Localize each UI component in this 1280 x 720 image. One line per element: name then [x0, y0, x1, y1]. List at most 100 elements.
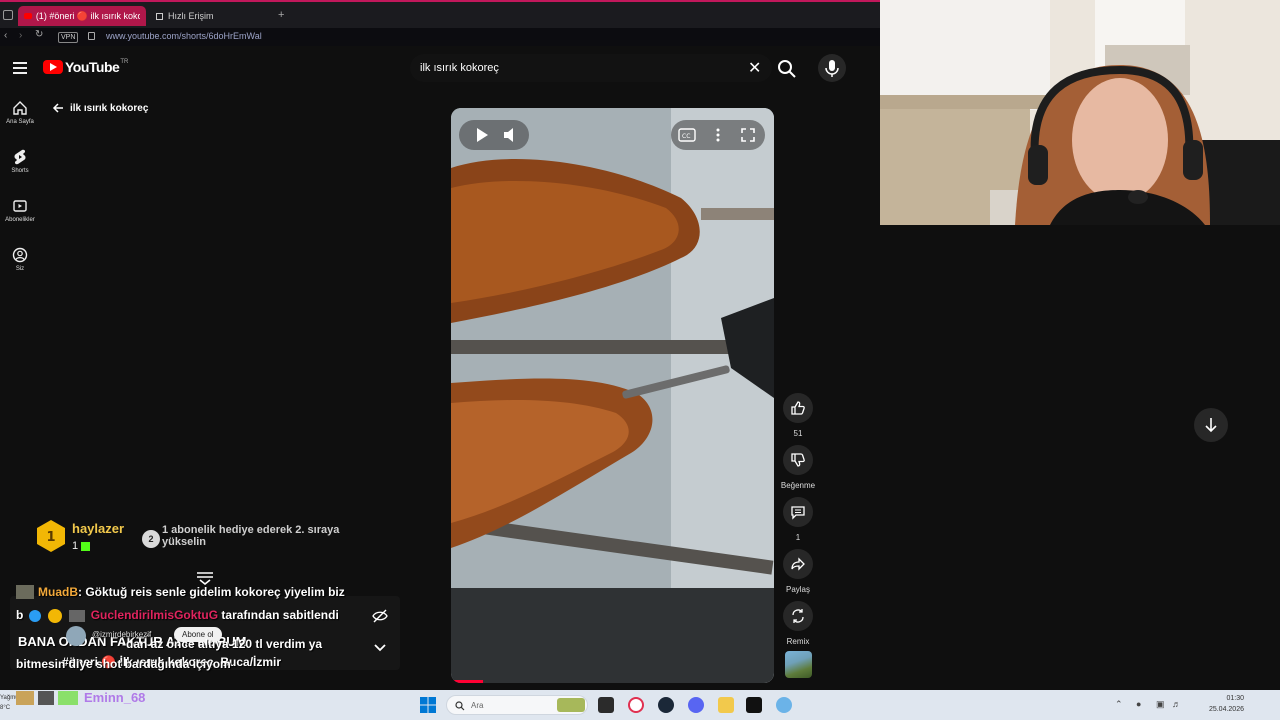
- task-view-icon[interactable]: [598, 697, 614, 713]
- app-settings-icon[interactable]: [776, 697, 792, 713]
- search-icon: [778, 60, 796, 78]
- like-count: 51: [793, 429, 803, 438]
- gift-promo-text: 1 abonelik hediye ederek 2. sıraya yükse…: [162, 524, 340, 548]
- dislike-button[interactable]: Beğenme: [780, 445, 816, 490]
- arrow-down-icon: [1205, 418, 1217, 433]
- like-button[interactable]: 51: [780, 393, 816, 438]
- hide-eye-icon[interactable]: [372, 609, 388, 623]
- remix-label: Remix: [786, 637, 810, 646]
- new-tab-button[interactable]: +: [278, 9, 284, 21]
- search-placeholder: Ara: [471, 701, 484, 710]
- file-explorer-icon[interactable]: [718, 697, 734, 713]
- youtube-header: YouTube TR ilk ısırık kokoreç ✕: [0, 46, 880, 90]
- sidebar-item-subscriptions[interactable]: Abonelikler: [0, 198, 40, 223]
- opera-icon[interactable]: [628, 697, 644, 713]
- tab-quick-access[interactable]: Hızlı Erişim: [150, 6, 270, 26]
- video-progress-bar[interactable]: [451, 680, 484, 683]
- gift-icon: [81, 541, 91, 551]
- country-code: TR: [120, 59, 129, 65]
- sidebar-item-label: Siz: [15, 266, 25, 272]
- clock[interactable]: 01:30 25.04.2026: [1200, 693, 1244, 715]
- lock-icon: [88, 32, 95, 40]
- gift-rank-badge: 2: [142, 530, 160, 548]
- search-button[interactable]: [776, 58, 798, 80]
- volume-icon[interactable]: [499, 123, 523, 147]
- tab-youtube-shorts[interactable]: (1) #öneri 🔴 ilk ısırık koko: [18, 6, 146, 26]
- youtube-play-icon: [43, 60, 63, 74]
- pinned-message-line-2: -dan az önce altıya 120 tl verdim ya: [122, 637, 323, 651]
- thumbs-up-icon: [791, 401, 805, 415]
- back-to-search-link[interactable]: ilk ısırık kokoreç: [52, 102, 148, 114]
- dislike-label: Beğenme: [780, 481, 816, 490]
- more-vertical-icon[interactable]: [708, 125, 728, 145]
- windows-start-icon[interactable]: [420, 697, 436, 713]
- comment-count: 1: [795, 533, 801, 542]
- search-input[interactable]: ilk ısırık kokoreç: [420, 62, 499, 74]
- streamer-webcam-image: [880, 0, 1280, 225]
- sidebar-item-shorts[interactable]: Shorts: [0, 149, 40, 174]
- kick-icon[interactable]: [746, 697, 762, 713]
- forward-arrow-icon[interactable]: ›: [19, 30, 22, 41]
- channel-thumbnail[interactable]: [785, 651, 812, 678]
- youtube-logo[interactable]: YouTube TR: [43, 59, 128, 75]
- fullscreen-icon[interactable]: [738, 125, 758, 145]
- chat-avatars: [16, 691, 80, 705]
- chat-scroll-down-icon[interactable]: [195, 571, 215, 585]
- discord-icon[interactable]: [688, 697, 704, 713]
- menu-icon[interactable]: [13, 62, 27, 74]
- next-video-button[interactable]: [1194, 408, 1228, 442]
- network-icon[interactable]: ▣: [1156, 699, 1165, 710]
- top-sub-user: haylazer: [72, 521, 125, 536]
- pin-prefix: b: [16, 608, 24, 622]
- back-arrow-icon[interactable]: ‹: [4, 30, 7, 41]
- rank-badge-icon: 1: [37, 520, 65, 552]
- pin-avatar: [69, 609, 86, 622]
- comments-button[interactable]: 1: [780, 497, 816, 542]
- svg-text:CC: CC: [682, 133, 690, 140]
- windows-taskbar: Yağmurlu 8°C Eminn_68 Ara ⌃ ● ▣ ♬ 01:30 25…: [0, 690, 1280, 720]
- share-label: Paylaş: [785, 585, 810, 594]
- microphone-icon[interactable]: ●: [1136, 699, 1141, 709]
- reload-icon[interactable]: ↻: [35, 29, 43, 40]
- clear-search-icon[interactable]: ✕: [748, 58, 761, 78]
- logo-text: YouTube: [65, 59, 120, 75]
- search-highlight-icon: [557, 698, 585, 712]
- chat-message: MuadB: Göktuğ reis senle gidelim kokoreç…: [38, 585, 345, 599]
- taskbar-search[interactable]: Ara: [446, 695, 588, 715]
- remix-icon: [792, 609, 804, 623]
- search-box[interactable]: ilk ısırık kokoreç ✕: [410, 54, 772, 82]
- vpn-badge[interactable]: VPN: [58, 32, 79, 43]
- share-button[interactable]: Paylaş: [780, 549, 816, 594]
- expand-chevron-icon[interactable]: [373, 643, 387, 653]
- shorts-video-player[interactable]: CC: [451, 108, 774, 683]
- chat-avatar: [16, 585, 34, 599]
- pinned-message-line-3: bitmesin diye shot bardağında içiyom: [16, 657, 231, 671]
- url-field[interactable]: www.youtube.com/shorts/6doHrEmWal: [106, 31, 262, 41]
- sidebar-item-you[interactable]: Siz: [0, 247, 40, 272]
- chevron-up-icon[interactable]: ⌃: [1115, 699, 1123, 710]
- chat-user-eminn: Eminn_68: [84, 690, 146, 705]
- chat-text: : Göktuğ reis senle gidelim kokoreç yiye…: [78, 585, 345, 599]
- rank-number: 1: [46, 530, 55, 545]
- play-icon[interactable]: [469, 123, 493, 147]
- home-icon: [13, 101, 27, 115]
- chat-user: MuadB: [38, 585, 78, 599]
- grid-icon: [156, 12, 163, 20]
- search-icon: [455, 701, 465, 711]
- shorts-icon: [14, 149, 26, 165]
- voice-search-button[interactable]: [818, 54, 846, 82]
- sidebar-item-home[interactable]: Ana Sayfa: [0, 100, 40, 125]
- steam-icon[interactable]: [658, 697, 674, 713]
- sidebar-item-label: Abonelikler: [5, 217, 35, 223]
- youtube-favicon-icon: [24, 13, 32, 19]
- verified-icon: [28, 609, 41, 622]
- pin-suffix: tarafından sabitlendi: [221, 608, 339, 622]
- account-icon: [12, 247, 28, 263]
- pin-user: GuclendirilmisGoktuG: [90, 608, 219, 622]
- address-bar: ‹ › ↻ VPN www.youtube.com/shorts/6doHrEm…: [0, 28, 880, 46]
- remix-button[interactable]: Remix: [780, 601, 816, 646]
- sidebar-toggle-icon[interactable]: [3, 10, 13, 20]
- captions-icon[interactable]: CC: [677, 125, 697, 145]
- speaker-icon[interactable]: ♬: [1172, 699, 1181, 709]
- arrow-left-icon: [52, 103, 63, 113]
